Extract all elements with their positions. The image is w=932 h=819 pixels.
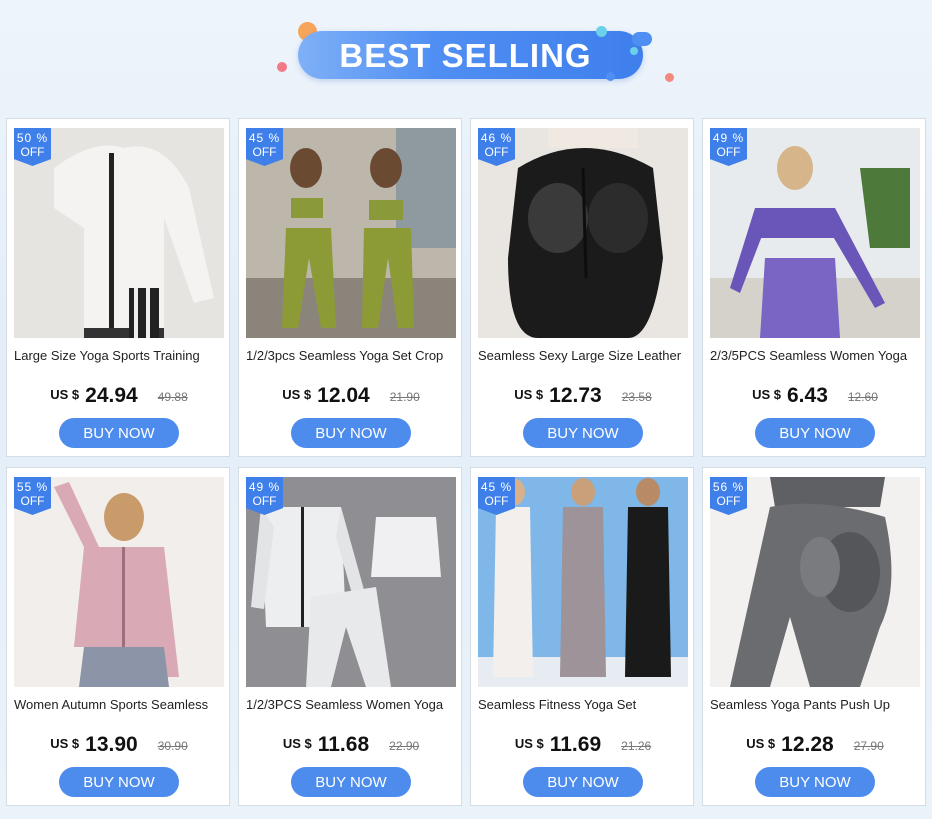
buy-now-button[interactable]: BUY NOW (523, 418, 643, 448)
original-price: 30.90 (157, 739, 188, 753)
discount-badge: 49 % OFF (710, 128, 747, 166)
product-title[interactable]: 1/2/3PCS Seamless Women Yoga (246, 697, 458, 712)
product-card[interactable]: 45 % OFF 1/2/3pcs Seamless Yoga Set Crop… (238, 118, 462, 457)
product-card[interactable]: 55 % OFF Women Autumn Sports Seamless US… (6, 467, 230, 806)
original-price: 21.90 (389, 390, 420, 404)
discount-percent: 50 % (16, 131, 49, 145)
product-title[interactable]: Women Autumn Sports Seamless (14, 697, 226, 712)
original-price: 23.58 (621, 390, 652, 404)
currency-label: US $ (514, 736, 544, 751)
product-card[interactable]: 45 % OFF Seamless Fitness Yoga Set US $ 1… (470, 467, 694, 806)
original-price: 12.60 (847, 390, 878, 404)
decor-dot (632, 32, 652, 46)
price-row: US $ 12.28 27.90 (703, 733, 927, 757)
page-title: BEST SELLING (339, 37, 592, 74)
discount-off-label: OFF (252, 494, 277, 508)
discount-off-label: OFF (252, 145, 277, 159)
buy-now-button[interactable]: BUY NOW (755, 767, 875, 797)
decor-dot (665, 73, 674, 82)
discount-off-label: OFF (484, 145, 509, 159)
discount-badge: 45 % OFF (246, 128, 283, 166)
product-title[interactable]: Seamless Yoga Pants Push Up (710, 697, 922, 712)
discount-percent: 45 % (480, 480, 513, 494)
discount-off-label: OFF (716, 494, 741, 508)
discount-percent: 55 % (16, 480, 49, 494)
sale-price: 11.69 (549, 733, 602, 756)
discount-badge: 46 % OFF (478, 128, 515, 166)
currency-label: US $ (282, 736, 312, 751)
price-row: US $ 11.68 22.90 (239, 733, 463, 757)
product-card[interactable]: 56 % OFF Seamless Yoga Pants Push Up US … (702, 467, 926, 806)
discount-percent: 49 % (712, 131, 745, 145)
original-price: 27.90 (853, 739, 884, 753)
discount-badge: 49 % OFF (246, 477, 283, 515)
price-row: US $ 13.90 30.90 (7, 733, 231, 757)
price-row: US $ 24.94 49.88 (7, 384, 231, 408)
discount-off-label: OFF (484, 494, 509, 508)
sale-price: 12.28 (781, 733, 834, 756)
discount-badge: 45 % OFF (478, 477, 515, 515)
sale-price: 11.68 (317, 733, 370, 756)
discount-percent: 46 % (480, 131, 513, 145)
product-title[interactable]: Large Size Yoga Sports Training (14, 348, 226, 363)
currency-label: US $ (752, 387, 781, 402)
sale-price: 13.90 (85, 733, 138, 756)
buy-now-button[interactable]: BUY NOW (755, 418, 875, 448)
buy-now-button[interactable]: BUY NOW (59, 767, 179, 797)
original-price: 22.90 (389, 739, 420, 753)
product-title[interactable]: Seamless Sexy Large Size Leather (478, 348, 690, 363)
decor-dot (277, 62, 287, 72)
product-title[interactable]: 1/2/3pcs Seamless Yoga Set Crop (246, 348, 458, 363)
original-price: 49.88 (157, 390, 188, 404)
original-price: 21.26 (621, 739, 652, 753)
sale-price: 12.73 (549, 384, 602, 407)
product-title[interactable]: 2/3/5PCS Seamless Women Yoga (710, 348, 922, 363)
sale-price: 12.04 (317, 384, 370, 407)
price-row: US $ 12.04 21.90 (239, 384, 463, 408)
currency-label: US $ (746, 736, 776, 751)
currency-label: US $ (50, 736, 80, 751)
buy-now-button[interactable]: BUY NOW (59, 418, 179, 448)
discount-badge: 50 % OFF (14, 128, 51, 166)
sale-price: 24.94 (85, 384, 138, 407)
discount-percent: 45 % (248, 131, 281, 145)
product-card[interactable]: 49 % OFF 2/3/5PCS Seamless Women Yoga US… (702, 118, 926, 457)
best-selling-header: BEST SELLING (0, 0, 932, 110)
decor-dot (630, 47, 638, 55)
decor-dot (596, 26, 607, 37)
discount-off-label: OFF (716, 145, 741, 159)
buy-now-button[interactable]: BUY NOW (291, 767, 411, 797)
price-row: US $ 11.69 21.26 (471, 733, 695, 757)
buy-now-button[interactable]: BUY NOW (291, 418, 411, 448)
buy-now-button[interactable]: BUY NOW (523, 767, 643, 797)
discount-percent: 56 % (712, 480, 745, 494)
product-title[interactable]: Seamless Fitness Yoga Set (478, 697, 690, 712)
decor-dot (606, 72, 615, 81)
discount-off-label: OFF (20, 494, 45, 508)
currency-label: US $ (50, 387, 80, 402)
product-card[interactable]: 46 % OFF Seamless Sexy Large Size Leathe… (470, 118, 694, 457)
price-row: US $ 6.43 12.60 (703, 384, 927, 408)
currency-label: US $ (514, 387, 544, 402)
discount-badge: 55 % OFF (14, 477, 51, 515)
product-card[interactable]: 49 % OFF 1/2/3PCS Seamless Women Yoga US… (238, 467, 462, 806)
discount-percent: 49 % (248, 480, 281, 494)
price-row: US $ 12.73 23.58 (471, 384, 695, 408)
currency-label: US $ (282, 387, 312, 402)
discount-badge: 56 % OFF (710, 477, 747, 515)
discount-off-label: OFF (20, 145, 45, 159)
product-card[interactable]: 50 % OFF Large Size Yoga Sports Training… (6, 118, 230, 457)
sale-price: 6.43 (787, 384, 828, 407)
